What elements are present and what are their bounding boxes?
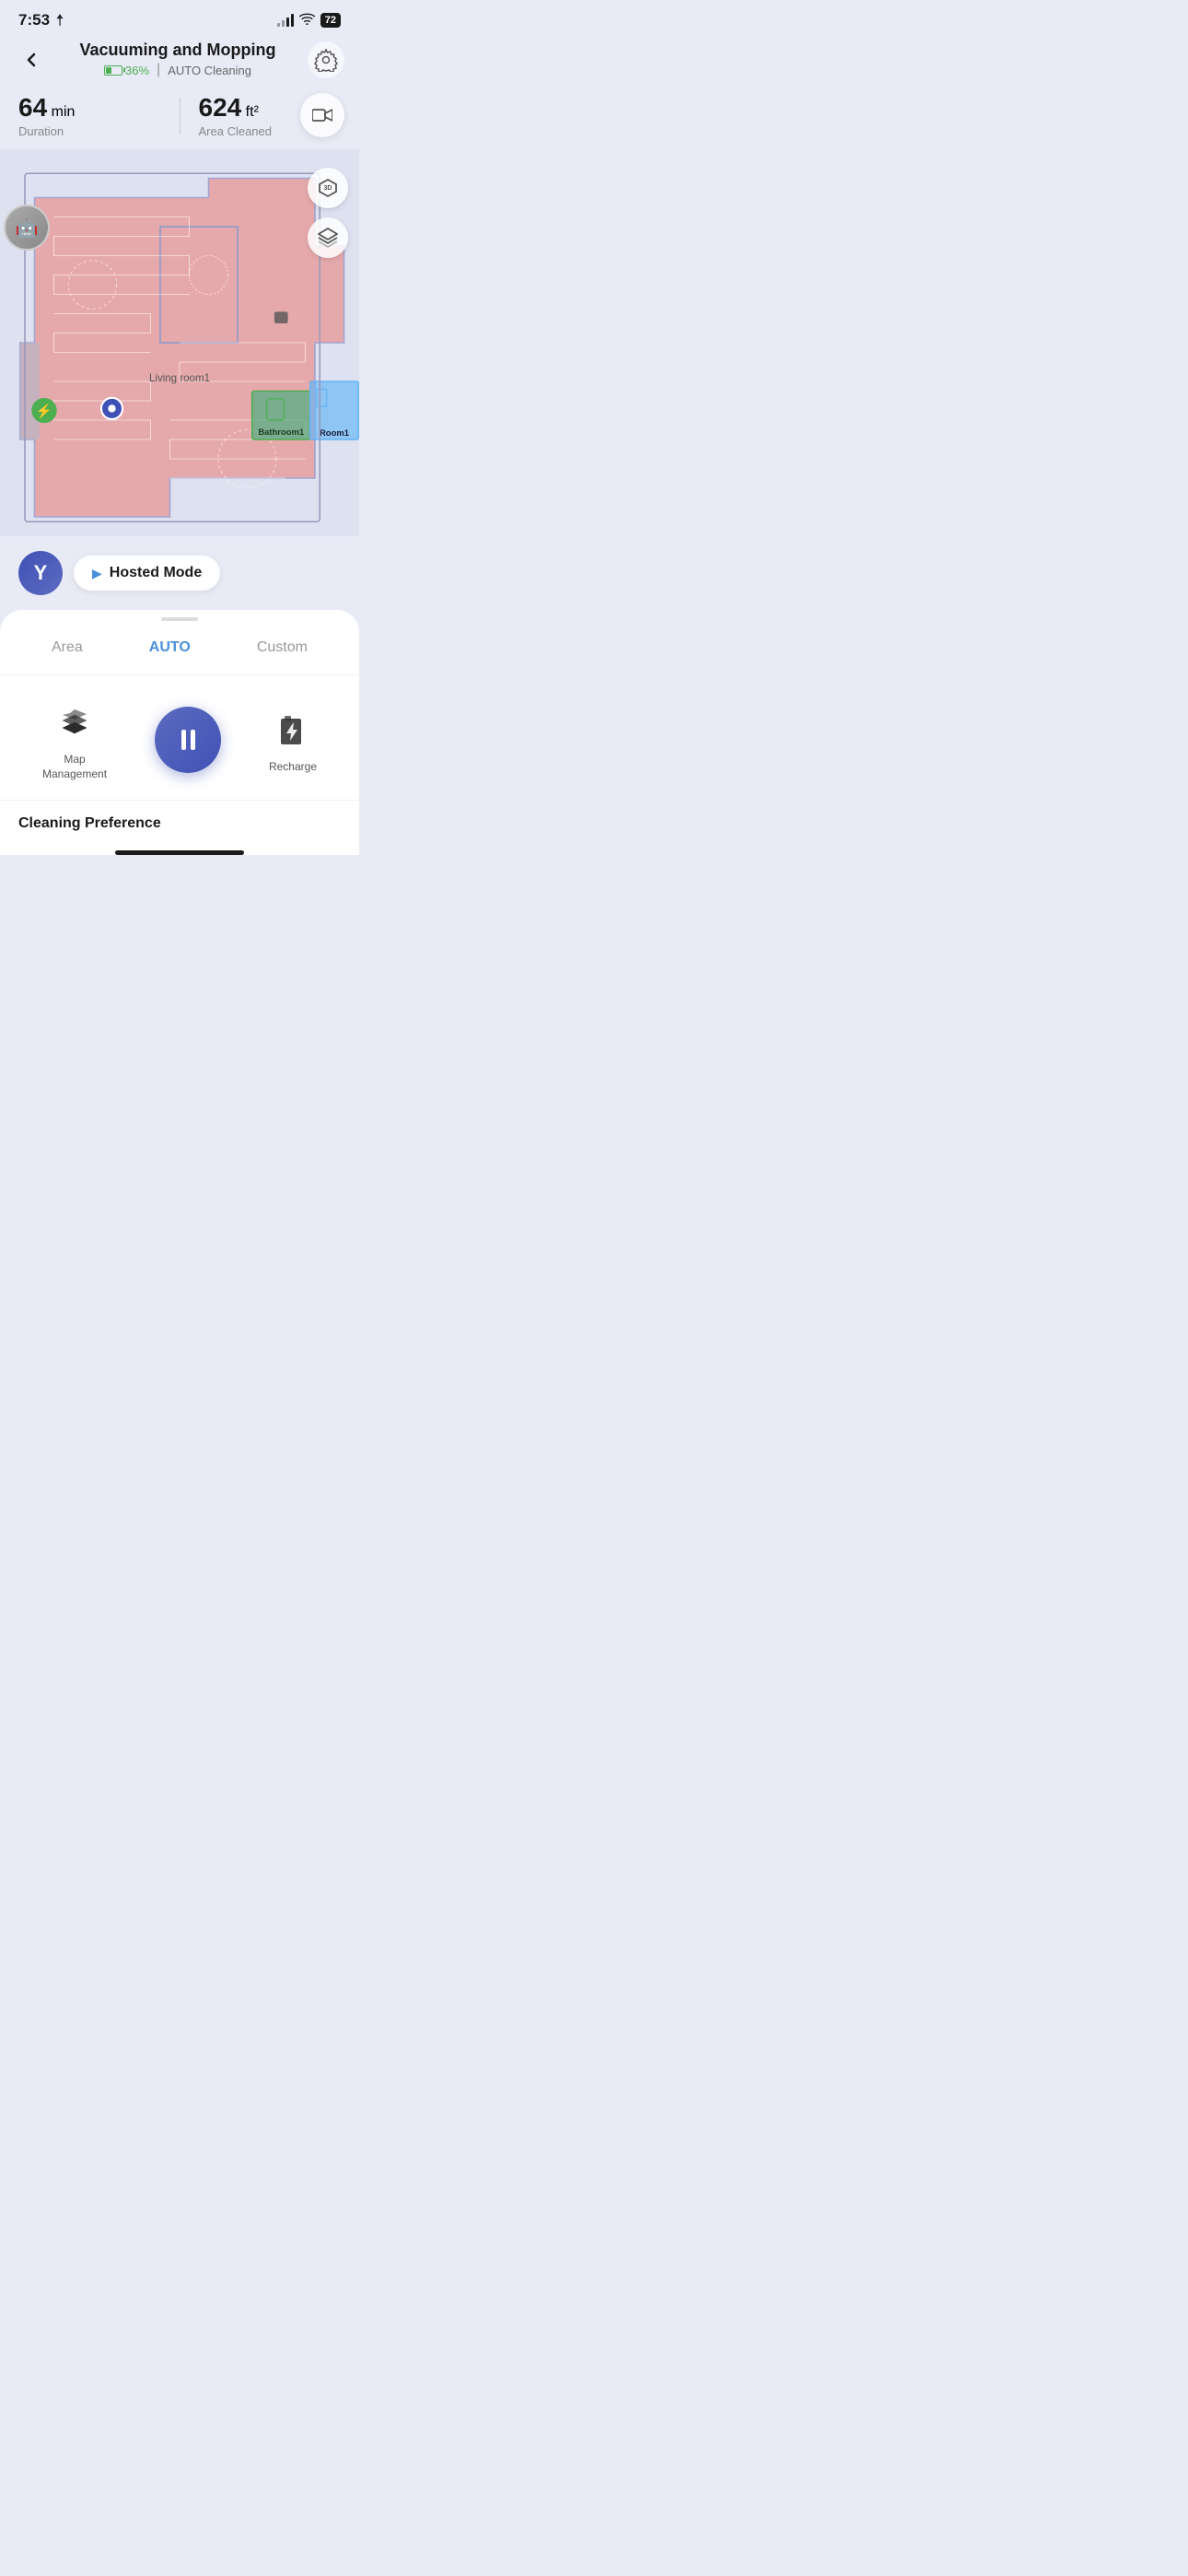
avatar-letter: Y: [34, 561, 48, 585]
area-value: 624: [199, 93, 242, 122]
settings-button[interactable]: [308, 41, 344, 78]
battery-icon: 72: [320, 13, 341, 28]
status-time: 7:53: [18, 11, 66, 29]
robot-avatar-inner: 🤖: [6, 206, 48, 249]
status-bar: 7:53 72: [0, 0, 359, 37]
svg-text:⚡: ⚡: [36, 403, 52, 419]
wifi-icon: [299, 13, 315, 28]
duration-unit: min: [52, 104, 76, 120]
tab-auto[interactable]: AUTO: [138, 636, 202, 660]
device-battery: 36%: [104, 64, 149, 77]
svg-text:3D: 3D: [324, 185, 332, 192]
hosted-avatar: Y: [18, 551, 63, 595]
time-display: 7:53: [18, 11, 50, 29]
header-subtitle: 36% | AUTO Cleaning: [48, 62, 308, 78]
duration-value: 64: [18, 93, 47, 122]
hosted-mode-button[interactable]: ▶ Hosted Mode: [74, 556, 220, 591]
signal-icon: [277, 14, 294, 27]
play-icon: ▶: [92, 566, 102, 581]
battery-pct-label: 36%: [125, 64, 149, 77]
home-indicator: [115, 850, 244, 855]
status-icons: 72: [277, 13, 341, 28]
recharge-label: Recharge: [269, 760, 317, 775]
bottom-panel: Area AUTO Custom Map Management: [0, 610, 359, 855]
map-management-button[interactable]: Map Management: [42, 697, 107, 781]
svg-text:Room1: Room1: [320, 428, 349, 439]
hosted-mode-section: Y ▶ Hosted Mode: [0, 536, 359, 610]
hosted-mode-label: Hosted Mode: [110, 565, 202, 581]
pause-button[interactable]: [155, 707, 221, 773]
header-center: Vacuuming and Mopping 36% | AUTO Cleanin…: [48, 41, 308, 78]
duration-stat: 64 min Duration: [18, 93, 161, 138]
recharge-icon: [269, 705, 317, 753]
svg-text:Living room1: Living room1: [149, 373, 210, 384]
layers-button[interactable]: [308, 217, 348, 258]
page-title: Vacuuming and Mopping: [48, 41, 308, 60]
map-right-buttons: 3D: [308, 168, 348, 258]
duration-label: Duration: [18, 124, 161, 138]
svg-text:Bathroom1: Bathroom1: [258, 427, 304, 438]
mode-tabs: Area AUTO Custom: [0, 636, 359, 675]
map-management-icon: [51, 697, 99, 745]
cleaning-preference-label: Cleaning Preference: [18, 815, 341, 832]
recharge-button[interactable]: Recharge: [269, 705, 317, 775]
cleaning-mode-label: AUTO Cleaning: [168, 64, 251, 77]
tab-custom[interactable]: Custom: [246, 636, 319, 660]
map-container[interactable]: 🤖 3D: [0, 149, 359, 536]
tab-area[interactable]: Area: [41, 636, 94, 660]
map-management-label: Map Management: [42, 753, 107, 781]
pause-icon: [181, 730, 195, 750]
panel-handle: [161, 617, 198, 621]
header: Vacuuming and Mopping 36% | AUTO Cleanin…: [0, 37, 359, 86]
stat-divider: [180, 98, 181, 135]
robot-avatar: 🤖: [4, 205, 50, 251]
video-button[interactable]: [300, 93, 344, 137]
battery-percent: 72: [325, 15, 336, 26]
3d-button[interactable]: 3D: [308, 168, 348, 208]
battery-small-icon: [104, 65, 122, 76]
back-button[interactable]: [15, 43, 48, 76]
location-icon: [53, 14, 66, 27]
cleaning-preference-section: Cleaning Preference: [0, 800, 359, 839]
floor-map: Bathroom1 Room1 Living room1 ⚡: [0, 149, 359, 536]
control-row: Map Management Recharge: [0, 675, 359, 800]
area-unit: ft²: [246, 104, 259, 120]
